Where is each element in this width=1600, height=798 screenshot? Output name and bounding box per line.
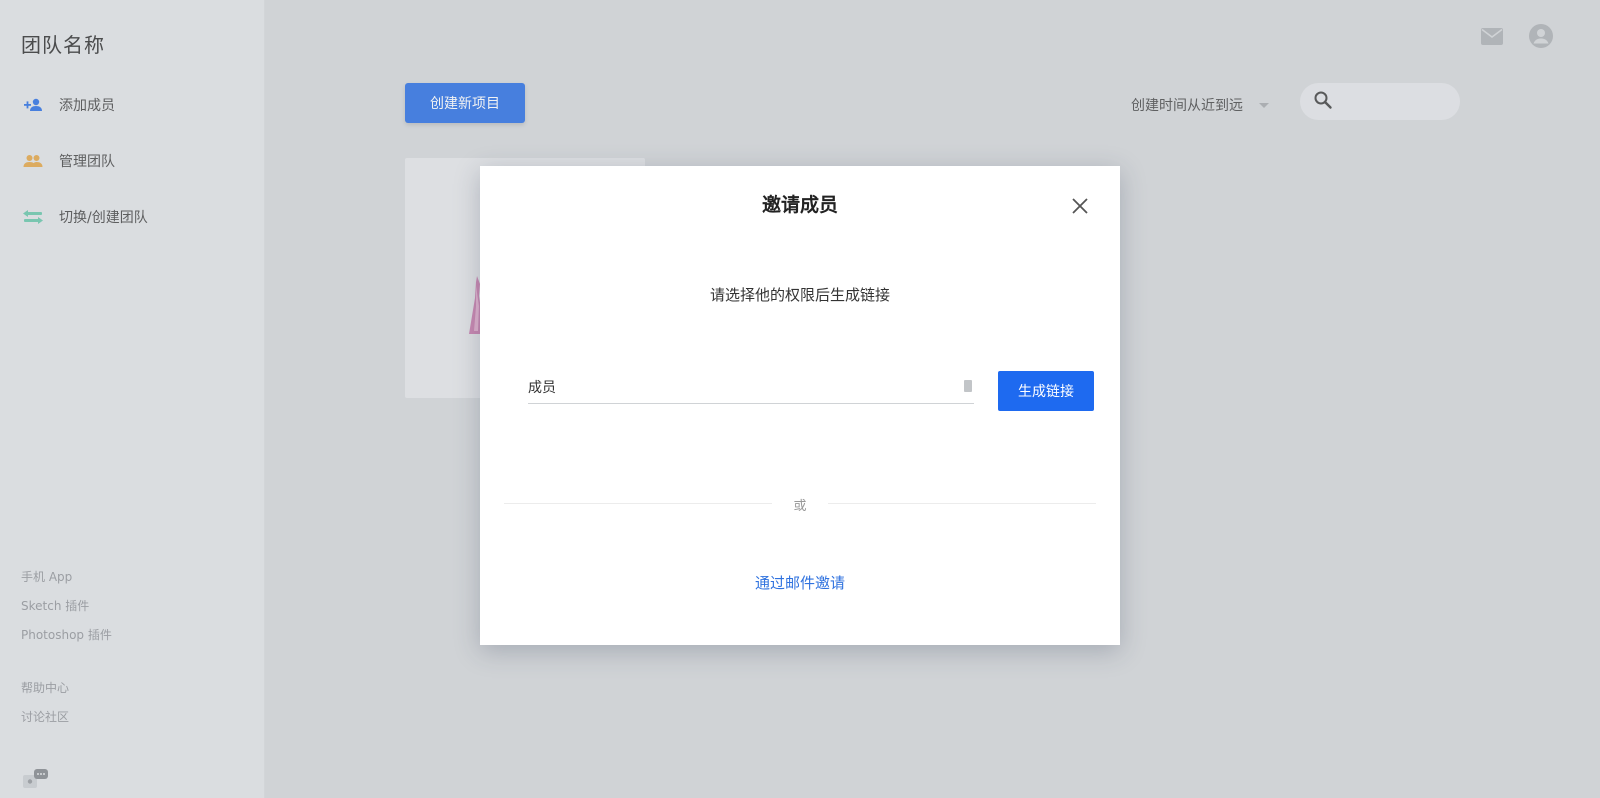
email-invite-link[interactable]: 通过邮件邀请	[480, 572, 1120, 593]
close-icon[interactable]	[1072, 198, 1088, 214]
generate-link-button[interactable]: 生成链接	[998, 371, 1094, 411]
or-separator: 或	[793, 499, 807, 514]
role-value: 成员	[528, 379, 556, 396]
modal-subtitle: 请选择他的权限后生成链接	[709, 286, 890, 304]
invite-member-modal: 邀请成员 请选择他的权限后生成链接 成员 生成链接 或 通过邮件邀请	[480, 166, 1120, 645]
select-handle-icon	[964, 380, 972, 392]
divider-right	[828, 503, 1096, 504]
modal-title: 邀请成员	[761, 194, 838, 216]
role-select[interactable]: 成员	[528, 370, 974, 404]
